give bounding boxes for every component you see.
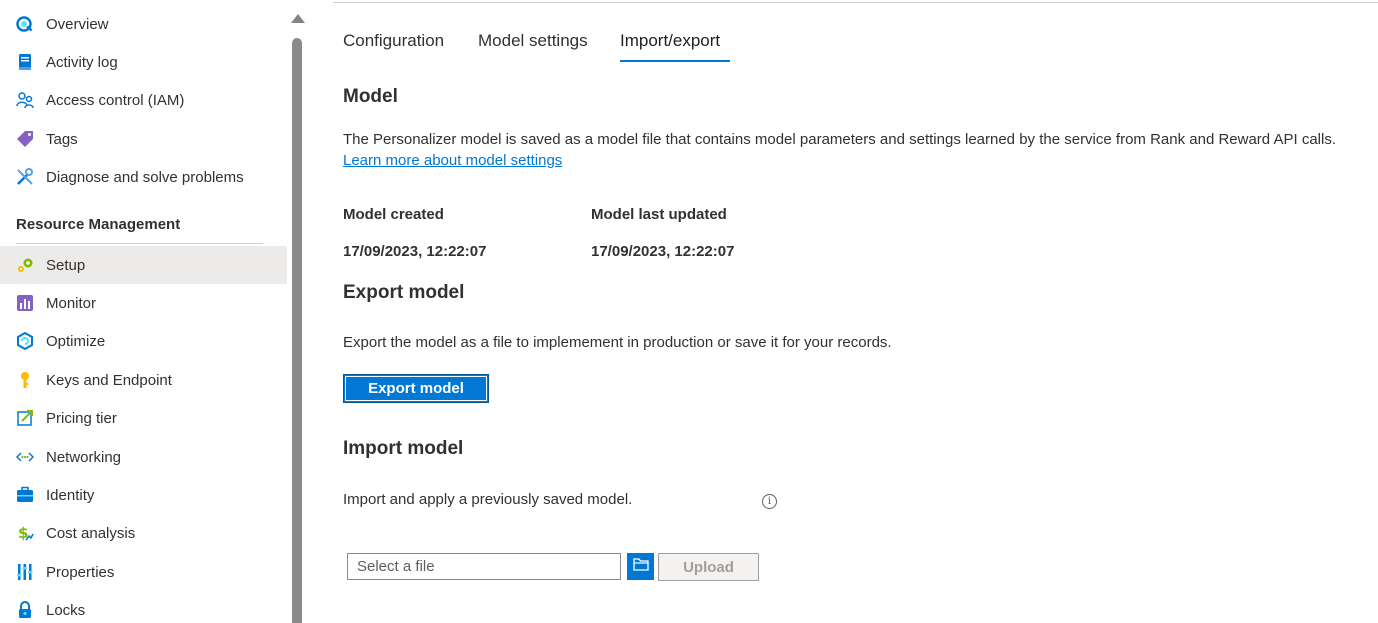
overview-icon	[16, 15, 34, 33]
sidebar-item-optimize[interactable]: Optimize	[0, 322, 287, 360]
sidebar-item-locks[interactable]: Locks	[0, 591, 287, 623]
export-model-button[interactable]: Export model	[343, 374, 489, 403]
activity-log-icon	[16, 53, 34, 71]
key-icon	[16, 371, 34, 389]
sidebar-item-label: Overview	[46, 15, 109, 33]
scroll-up-arrow-icon[interactable]	[291, 14, 305, 23]
sidebar-item-activity-log[interactable]: Activity log	[0, 43, 287, 81]
import-model-heading: Import model	[343, 438, 464, 459]
sidebar-item-label: Activity log	[46, 53, 118, 71]
sidebar-item-label: Cost analysis	[46, 524, 136, 542]
resource-management-header: Resource Management	[16, 216, 181, 233]
select-file-input[interactable]	[347, 553, 621, 580]
access-control-icon	[16, 91, 34, 109]
optimize-icon	[16, 332, 34, 350]
scrollbar-thumb[interactable]	[292, 38, 302, 623]
top-divider	[333, 2, 1378, 3]
model-heading: Model	[343, 86, 398, 107]
import-description: Import and apply a previously saved mode…	[343, 491, 633, 508]
sidebar-item-pricing-tier[interactable]: Pricing tier	[0, 399, 287, 437]
lock-icon	[16, 601, 34, 619]
diagnose-icon	[16, 168, 34, 186]
active-tab-indicator	[620, 60, 730, 62]
sidebar-item-identity[interactable]: Identity	[0, 476, 287, 514]
sidebar-item-label: Pricing tier	[46, 409, 117, 427]
sidebar-item-label: Locks	[46, 601, 86, 619]
properties-icon	[16, 563, 34, 581]
sidebar-item-tags[interactable]: Tags	[0, 120, 287, 158]
monitor-icon	[16, 294, 34, 312]
section-divider	[16, 243, 263, 244]
model-created-value: 17/09/2023, 12:22:07	[343, 243, 487, 260]
info-icon[interactable]: i	[762, 494, 777, 509]
export-description: Export the model as a file to implememen…	[343, 334, 892, 351]
model-updated-value: 17/09/2023, 12:22:07	[591, 243, 735, 260]
sidebar-item-label: Monitor	[46, 294, 97, 312]
setup-icon	[16, 256, 34, 274]
sidebar-item-label: Identity	[46, 486, 95, 504]
sidebar-item-setup[interactable]: Setup	[0, 246, 287, 284]
sidebar-item-networking[interactable]: Networking	[0, 438, 287, 476]
folder-icon	[632, 557, 649, 576]
sidebar-item-label: Setup	[46, 256, 86, 274]
sidebar-scrollbar[interactable]	[287, 0, 307, 623]
cost-analysis-icon: $	[16, 524, 34, 542]
sidebar-item-overview[interactable]: Overview	[0, 5, 287, 43]
sidebar-item-diagnose[interactable]: Diagnose and solve problems	[0, 158, 287, 196]
tab-configuration[interactable]: Configuration	[343, 31, 444, 51]
tab-model-settings[interactable]: Model settings	[478, 31, 588, 51]
model-description: The Personalizer model is saved as a mod…	[343, 131, 1336, 148]
sidebar-item-label: Optimize	[46, 332, 106, 350]
sidebar-item-monitor[interactable]: Monitor	[0, 284, 287, 322]
resource-sidebar: Overview Activity log Access control (IA…	[0, 0, 287, 623]
model-created-label: Model created	[343, 206, 444, 223]
networking-icon	[16, 448, 34, 466]
sidebar-item-label: Diagnose and solve problems	[46, 168, 244, 186]
identity-icon	[16, 486, 34, 504]
sidebar-item-properties[interactable]: Properties	[0, 553, 287, 591]
pricing-tier-icon	[16, 409, 34, 427]
sidebar-item-cost-analysis[interactable]: $ Cost analysis	[0, 514, 287, 552]
upload-button[interactable]: Upload	[658, 553, 759, 581]
browse-folder-button[interactable]	[627, 553, 654, 580]
sidebar-item-label: Access control (IAM)	[46, 91, 185, 109]
learn-more-link[interactable]: Learn more about model settings	[343, 152, 562, 169]
sidebar-item-label: Properties	[46, 563, 115, 581]
sidebar-item-label: Networking	[46, 448, 122, 466]
sidebar-item-label: Keys and Endpoint	[46, 371, 172, 389]
model-updated-label: Model last updated	[591, 206, 727, 223]
tag-icon	[16, 130, 34, 148]
tab-import-export[interactable]: Import/export	[620, 31, 720, 51]
sidebar-item-keys-endpoint[interactable]: Keys and Endpoint	[0, 361, 287, 399]
export-model-heading: Export model	[343, 282, 465, 303]
sidebar-item-access-control[interactable]: Access control (IAM)	[0, 81, 287, 119]
sidebar-item-label: Tags	[46, 130, 78, 148]
